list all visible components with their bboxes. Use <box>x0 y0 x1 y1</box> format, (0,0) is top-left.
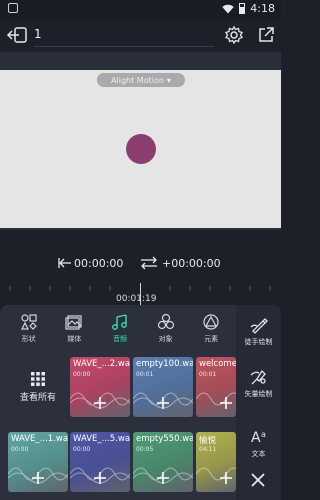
text-icon: A a <box>251 430 266 446</box>
media-card[interactable]: 愉悦 04:11 <box>196 432 236 492</box>
svg-text:A: A <box>251 430 261 446</box>
layer-type-tabs: 形状 媒体 音频 对象 元素 <box>6 313 234 349</box>
media-filename: empty100.wav <box>136 359 193 369</box>
media-duration: 00:01 <box>199 371 217 378</box>
media-duration: 00:00 <box>73 446 91 453</box>
tab-elements-label: 元素 <box>204 335 219 343</box>
svg-text:a: a <box>261 430 266 439</box>
timecode-row: 00:00:00 +00:00:00 <box>0 254 281 274</box>
chevron-down-icon: ▾ <box>166 75 171 85</box>
watermark-badge[interactable]: Alight Motion ▾ <box>97 73 185 87</box>
tab-media[interactable]: 媒体 <box>52 313 98 349</box>
media-duration: 00:01 <box>136 371 154 378</box>
status-time: 4:18 <box>250 2 275 15</box>
status-bar: 4:18 <box>0 0 281 18</box>
text-label: 文本 <box>251 450 266 458</box>
text-button[interactable]: A a 文本 <box>236 427 281 459</box>
freehand-draw-button[interactable]: 徒手绘制 <box>236 315 281 347</box>
vector-draw-icon <box>250 369 266 385</box>
drawing-tools-column: 徒手绘制 矢量绘制 A a 文本 <box>236 305 281 500</box>
add-icon[interactable] <box>94 397 106 409</box>
media-filename: empty550.wav <box>136 434 193 444</box>
current-timecode[interactable]: 00:00:00 <box>74 257 123 270</box>
add-layer-panel: 形状 媒体 音频 对象 元素 查看所有 WAVE_...2.wav 00:00 … <box>0 305 281 500</box>
tab-shapes-label: 形状 <box>21 335 36 343</box>
media-filename: 愉悦 <box>199 436 217 446</box>
media-card[interactable]: WAVE_...2.wav 00:00 <box>70 357 130 417</box>
tab-audio-label: 音频 <box>112 335 127 343</box>
add-icon[interactable] <box>220 472 232 484</box>
jump-to-start-icon[interactable] <box>58 257 72 269</box>
add-icon[interactable] <box>220 397 232 409</box>
tab-objects[interactable]: 对象 <box>143 313 189 349</box>
shapes-icon <box>20 314 37 330</box>
close-icon[interactable] <box>251 473 265 487</box>
media-card[interactable]: empty550.wav 00:05 <box>133 432 193 492</box>
media-duration: 04:11 <box>199 446 217 453</box>
media-icon <box>65 315 82 330</box>
media-filename: WAVE_...2.wav <box>73 359 130 369</box>
timeline-timecode: 00:01:19 <box>116 294 157 304</box>
media-card[interactable]: WAVE_...1.wav 00:00 <box>8 432 68 492</box>
add-icon[interactable] <box>157 472 169 484</box>
music-icon <box>112 314 127 330</box>
media-duration: 00:05 <box>136 446 154 453</box>
tab-media-label: 媒体 <box>67 335 82 343</box>
freehand-draw-label: 徒手绘制 <box>244 338 273 346</box>
swap-arrows-icon[interactable] <box>140 256 158 270</box>
media-card[interactable]: welcome. 00:01 <box>196 357 236 417</box>
media-filename: WAVE_...5.wav <box>73 434 130 444</box>
media-card[interactable]: WAVE_...5.wav 00:00 <box>70 432 130 492</box>
add-icon[interactable] <box>32 472 44 484</box>
media-filename: welcome. <box>199 359 236 369</box>
notification-icon <box>8 3 18 13</box>
tab-elements[interactable]: 元素 <box>188 313 234 349</box>
view-all-label: 查看所有 <box>19 392 56 403</box>
grid-icon <box>31 371 45 386</box>
share-icon[interactable] <box>256 25 276 45</box>
freehand-draw-icon <box>250 318 268 334</box>
vector-draw-label: 矢量绘制 <box>244 390 273 398</box>
watermark-label: Alight Motion <box>111 75 164 85</box>
media-card[interactable]: empty100.wav 00:01 <box>133 357 193 417</box>
circle-shape[interactable] <box>126 134 156 164</box>
battery-icon <box>239 3 246 14</box>
project-name-underline <box>34 46 214 47</box>
gear-icon[interactable] <box>224 25 244 45</box>
project-name-field[interactable]: 1 <box>34 27 42 41</box>
media-duration: 00:00 <box>11 446 29 453</box>
media-filename: WAVE_...1.wav <box>11 434 68 444</box>
offset-timecode[interactable]: +00:00:00 <box>162 257 221 270</box>
objects-icon <box>157 313 174 330</box>
add-icon[interactable] <box>94 472 106 484</box>
tab-shapes[interactable]: 形状 <box>6 313 52 349</box>
wifi-icon <box>222 4 234 13</box>
exit-icon[interactable] <box>6 25 28 45</box>
media-duration: 00:00 <box>73 371 91 378</box>
elements-icon <box>203 314 219 330</box>
view-all-button[interactable]: 查看所有 <box>8 357 68 417</box>
tab-objects-label: 对象 <box>158 335 173 343</box>
top-toolbar: 1 <box>0 18 281 52</box>
vector-draw-button[interactable]: 矢量绘制 <box>236 367 281 399</box>
add-icon[interactable] <box>157 397 169 409</box>
tab-audio[interactable]: 音频 <box>97 313 143 349</box>
